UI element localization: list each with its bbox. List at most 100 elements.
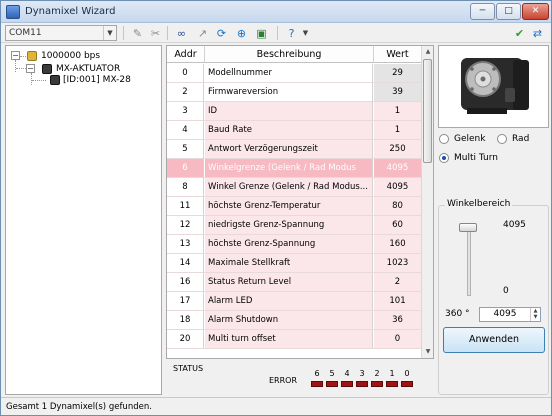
cell-addr: 8: [167, 178, 204, 196]
table-row[interactable]: 11 höchste Grenz-Temperatur 80: [167, 197, 421, 216]
tree-collapse-icon[interactable]: −: [26, 64, 35, 73]
angle-range-group: Winkelbereich 4095 0 360 ° 4095 ▲ ▼ Anwen…: [438, 199, 549, 395]
servo-icon: [50, 75, 60, 85]
binoculars-icon[interactable]: ∞: [175, 27, 188, 40]
angle-degree-label: 360 °: [445, 309, 470, 319]
cell-val[interactable]: 60: [374, 216, 421, 234]
maximize-button[interactable]: □: [496, 3, 521, 20]
scroll-up-icon[interactable]: ▲: [422, 46, 433, 58]
table-row[interactable]: 20 Multi turn offset 0: [167, 330, 421, 349]
angle-spinbox[interactable]: 4095 ▲ ▼: [479, 307, 541, 322]
cell-val[interactable]: 29: [374, 64, 421, 82]
cell-addr: 11: [167, 197, 204, 215]
check-icon[interactable]: ✔: [513, 27, 526, 40]
help-dropdown-icon[interactable]: ▼: [299, 27, 312, 40]
cell-val[interactable]: 39: [374, 83, 421, 101]
angle-min-label: 0: [503, 286, 509, 296]
cell-val[interactable]: 36: [374, 311, 421, 329]
tree-connector: [15, 60, 16, 72]
baudrate-icon: [27, 51, 37, 61]
table-row[interactable]: 3 ID 1: [167, 102, 421, 121]
cell-val[interactable]: 0: [374, 330, 421, 348]
status-label: STATUS: [173, 364, 204, 373]
cell-val[interactable]: 4095: [374, 159, 421, 177]
angle-slider-track[interactable]: [467, 226, 471, 296]
cell-desc: Alarm LED: [205, 292, 373, 310]
cell-desc: Maximale Stellkraft: [205, 254, 373, 272]
cell-desc: ID: [205, 102, 373, 120]
cell-val[interactable]: 1: [374, 121, 421, 139]
radio-indicator[interactable]: [497, 134, 507, 144]
network-icon[interactable]: ▣: [255, 27, 268, 40]
cell-val[interactable]: 250: [374, 140, 421, 158]
scroll-down-icon[interactable]: ▼: [422, 346, 433, 358]
column-header-description[interactable]: Beschreibung: [205, 46, 374, 63]
arrow-icon[interactable]: ↗: [196, 27, 209, 40]
control-table: Addr Beschreibung Wert 0 Modellnummer 29 2 F…: [166, 45, 434, 359]
tool-icon[interactable]: ✎: [131, 27, 144, 40]
cell-val[interactable]: 1: [374, 102, 421, 120]
tree-collapse-icon[interactable]: −: [11, 51, 20, 60]
table-header: Addr Beschreibung Wert: [167, 46, 421, 63]
table-row[interactable]: 14 Maximale Stellkraft 1023: [167, 254, 421, 273]
radio-label: Rad: [512, 134, 530, 144]
cell-val[interactable]: 4095: [374, 178, 421, 196]
table-row[interactable]: 13 höchste Grenz-Spannung 160: [167, 235, 421, 254]
table-row[interactable]: 16 Status Return Level 2: [167, 273, 421, 292]
error-bit-label: 5: [329, 369, 335, 378]
servo-picture: [461, 58, 529, 114]
cell-desc: Winkel Grenze (Gelenk / Rad Modus...: [205, 178, 373, 196]
sync-icon[interactable]: ⇄: [531, 27, 544, 40]
minimize-button[interactable]: ─: [470, 3, 495, 20]
angle-spinbox-value[interactable]: 4095: [480, 308, 530, 321]
chevron-down-icon[interactable]: ▼: [103, 26, 116, 40]
table-scrollbar[interactable]: ▲ ▼: [421, 46, 433, 358]
angle-range-title: Winkelbereich: [445, 199, 513, 209]
cell-val[interactable]: 160: [374, 235, 421, 253]
port-select[interactable]: COM11 ▼: [5, 25, 117, 41]
error-led: [386, 381, 398, 387]
error-led: [356, 381, 368, 387]
table-row[interactable]: 18 Alarm Shutdown 36: [167, 311, 421, 330]
tree-connector: [16, 68, 26, 69]
error-led: [401, 381, 413, 387]
table-row[interactable]: 5 Antwort Verzögerungszeit 250: [167, 140, 421, 159]
table-row[interactable]: 0 Modellnummer 29: [167, 64, 421, 83]
disconnect-icon[interactable]: ✂: [149, 27, 162, 40]
globe-icon[interactable]: ⊕: [235, 27, 248, 40]
table-row[interactable]: 6 Winkelgrenze (Gelenk / Rad Modus 4095: [167, 159, 421, 178]
cell-addr: 2: [167, 83, 204, 101]
tree-item-baudrate[interactable]: 1000000 bps: [41, 50, 100, 62]
cell-val[interactable]: 101: [374, 292, 421, 310]
cell-addr: 3: [167, 102, 204, 120]
radio-indicator[interactable]: [439, 153, 449, 163]
radio-label: Multi Turn: [454, 153, 498, 163]
table-row[interactable]: 4 Baud Rate 1: [167, 121, 421, 140]
table-row[interactable]: 12 niedrigste Grenz-Spannung 60: [167, 216, 421, 235]
scrollbar-thumb[interactable]: [423, 59, 432, 163]
error-label: ERROR: [269, 376, 298, 385]
table-row[interactable]: 8 Winkel Grenze (Gelenk / Rad Modus... 409…: [167, 178, 421, 197]
column-header-value[interactable]: Wert: [374, 46, 421, 63]
radio-indicator[interactable]: [439, 134, 449, 144]
close-button[interactable]: ✕: [522, 3, 549, 20]
cell-val[interactable]: 2: [374, 273, 421, 291]
cell-desc: höchste Grenz-Spannung: [205, 235, 373, 253]
cell-val[interactable]: 1023: [374, 254, 421, 272]
angle-slider-thumb[interactable]: [459, 223, 477, 232]
tree-item-servo[interactable]: [ID:001] MX-28: [63, 74, 131, 86]
apply-button[interactable]: Anwenden: [443, 327, 545, 353]
cell-addr: 14: [167, 254, 204, 272]
error-bit-label: 6: [314, 369, 320, 378]
error-led: [341, 381, 353, 387]
refresh-icon[interactable]: ⟳: [215, 27, 228, 40]
help-icon[interactable]: ?: [285, 27, 298, 40]
app-window: Dynamixel Wizard ─ □ ✕ COM11 ▼ ✎ ✂ ∞ ↗ ⟳…: [0, 0, 552, 416]
spin-arrows-icon[interactable]: ▲ ▼: [530, 308, 540, 321]
status-bar: Gesamt 1 Dynamixel(s) gefunden.: [1, 397, 551, 415]
cell-val[interactable]: 80: [374, 197, 421, 215]
table-row[interactable]: 17 Alarm LED 101: [167, 292, 421, 311]
column-header-addr[interactable]: Addr: [167, 46, 205, 63]
actuator-icon: [42, 64, 52, 74]
table-row[interactable]: 2 Firmwareversion 39: [167, 83, 421, 102]
